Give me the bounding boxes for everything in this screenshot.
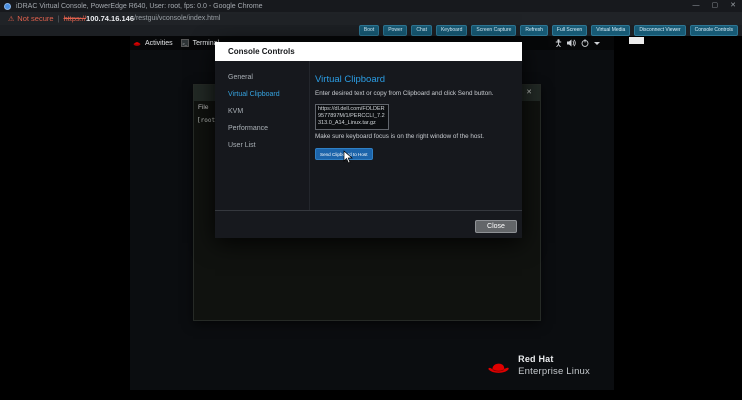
dialog-tab-performance[interactable]: Performance — [228, 125, 309, 132]
console-controls-button[interactable]: Console Controls — [690, 25, 738, 36]
url-scheme: https:// — [64, 14, 87, 23]
redhat-fedora-icon — [485, 356, 512, 378]
accessibility-icon — [555, 39, 562, 47]
dialog-body: General Virtual Clipboard KVM Performanc… — [215, 61, 522, 210]
boot-button[interactable]: Boot — [359, 25, 379, 36]
dialog-tab-kvm[interactable]: KVM — [228, 108, 309, 115]
dialog-sidebar: General Virtual Clipboard KVM Performanc… — [215, 61, 310, 210]
brand-redhat-text: Red Hat — [518, 354, 590, 364]
maximize-button[interactable]: ▢ — [712, 0, 719, 12]
pane-note: Make sure keyboard focus is on the right… — [315, 133, 517, 140]
browser-window: iDRAC Virtual Console, PowerEdge R640, U… — [0, 0, 742, 400]
window-title: iDRAC Virtual Console, PowerEdge R640, U… — [16, 3, 263, 10]
dialog-title: Console Controls — [228, 47, 295, 56]
refresh-button[interactable]: Refresh — [520, 25, 548, 36]
virtual-clipboard-pane: Virtual Clipboard Enter desired text or … — [315, 61, 517, 161]
terminal-app-icon: >_ — [181, 39, 189, 47]
not-secure-label[interactable]: Not secure — [17, 14, 53, 23]
activities-button[interactable]: Activities — [145, 40, 173, 47]
clipboard-textarea[interactable]: https://dl.dell.com/FOLDER9577897M/1/PER… — [315, 104, 389, 130]
close-button[interactable]: ✕ — [730, 0, 736, 12]
minimize-button[interactable]: — — [693, 0, 700, 12]
mouse-cursor — [343, 150, 353, 164]
keyboard-button[interactable]: Keyboard — [436, 25, 467, 36]
url-divider: | — [58, 14, 60, 23]
window-controls: — ▢ ✕ — [693, 0, 737, 12]
redhat-icon — [133, 40, 141, 47]
terminal-file-menu[interactable]: File — [198, 104, 208, 111]
url-host[interactable]: 100.74.16.146 — [86, 14, 134, 23]
disconnect-viewer-button[interactable]: Disconnect Viewer — [634, 25, 685, 36]
idrac-toolbar: Boot Power Chat Keyboard Screen Capture … — [0, 25, 742, 36]
virtual-media-button[interactable]: Virtual Media — [591, 25, 630, 36]
dialog-close-button[interactable]: Close — [475, 220, 517, 233]
warning-icon[interactable]: ⚠ — [8, 15, 14, 23]
pane-heading: Virtual Clipboard — [315, 74, 517, 85]
gnome-status-area[interactable] — [555, 36, 600, 50]
chevron-down-icon — [594, 42, 600, 45]
full-screen-button[interactable]: Full Screen — [552, 25, 587, 36]
power-button[interactable]: Power — [383, 25, 407, 36]
chrome-icon — [4, 3, 11, 10]
dialog-tab-general[interactable]: General — [228, 74, 309, 81]
dialog-header[interactable]: Console Controls — [215, 42, 522, 61]
url-path[interactable]: /restgui/vconsole/index.html — [134, 15, 220, 22]
white-window-fragment — [629, 37, 644, 44]
browser-titlebar: iDRAC Virtual Console, PowerEdge R640, U… — [0, 0, 742, 12]
pane-description: Enter desired text or copy from Clipboar… — [315, 90, 517, 97]
dialog-tab-virtual-clipboard[interactable]: Virtual Clipboard — [228, 91, 309, 98]
console-controls-dialog: Console Controls General Virtual Clipboa… — [215, 42, 522, 238]
dialog-footer: Close — [215, 210, 522, 238]
screen-capture-button[interactable]: Screen Capture — [471, 25, 516, 36]
dialog-tab-user-list[interactable]: User List — [228, 142, 309, 149]
browser-urlbar: ⚠ Not secure | https:// 100.74.16.146 /r… — [0, 12, 742, 25]
terminal-close-icon[interactable]: ✕ — [526, 89, 532, 97]
rhel-brand: Red Hat Enterprise Linux — [485, 354, 590, 378]
power-icon — [581, 39, 589, 47]
chat-button[interactable]: Chat — [411, 25, 432, 36]
volume-icon — [567, 39, 576, 47]
brand-enterprise-linux-text: Enterprise Linux — [518, 366, 590, 377]
